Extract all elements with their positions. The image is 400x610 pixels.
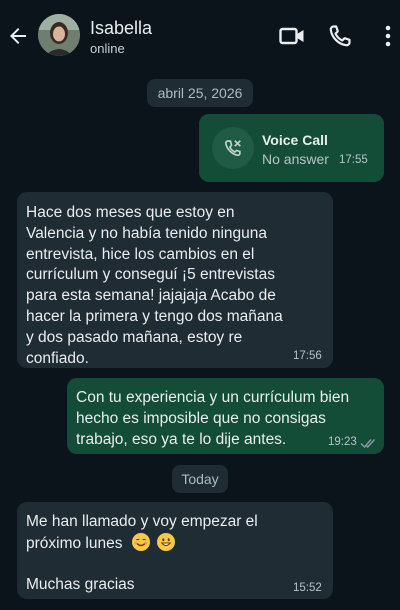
avatar[interactable] [38, 14, 80, 56]
message-time: 17:55 [339, 154, 368, 166]
phone-icon[interactable] [326, 22, 354, 50]
grinning-face-emoji [157, 532, 176, 551]
outgoing-message[interactable]: Con tu experiencia y un currículum bien … [67, 378, 384, 454]
voice-call-subtitle: No answer [262, 151, 329, 167]
read-ticks-icon [360, 438, 376, 449]
more-options-icon[interactable] [374, 22, 400, 50]
incoming-message[interactable]: Me han llamado y voy empezar el próximo … [17, 502, 333, 599]
message-text-line: próximo lunes [26, 534, 123, 552]
date-separator: Today [172, 465, 228, 493]
message-time: 19:23 [328, 436, 357, 448]
missed-call-icon [225, 140, 241, 156]
chat-header: Isabella online [0, 0, 400, 72]
message-text-line: Muchas gracias [26, 576, 135, 594]
back-arrow-icon[interactable] [6, 24, 30, 48]
contact-name[interactable]: Isabella [90, 18, 152, 39]
video-call-icon[interactable] [278, 22, 306, 50]
message-time: 17:56 [293, 350, 322, 362]
incoming-message[interactable]: Hace dos meses que estoy en Valencia y n… [17, 192, 333, 368]
voice-call-title: Voice Call [262, 132, 328, 148]
smiling-face-emoji [131, 532, 150, 551]
voice-call-message[interactable]: Voice Call No answer 17:55 [199, 114, 384, 182]
contact-status: online [90, 41, 125, 56]
message-text-line: Me han llamado y voy empezar el [26, 513, 258, 530]
message-text: Hace dos meses que estoy en Valencia y n… [26, 204, 283, 367]
date-separator: abril 25, 2026 [147, 79, 253, 107]
missed-call-icon-wrap [212, 127, 254, 169]
message-time: 15:52 [293, 582, 322, 594]
